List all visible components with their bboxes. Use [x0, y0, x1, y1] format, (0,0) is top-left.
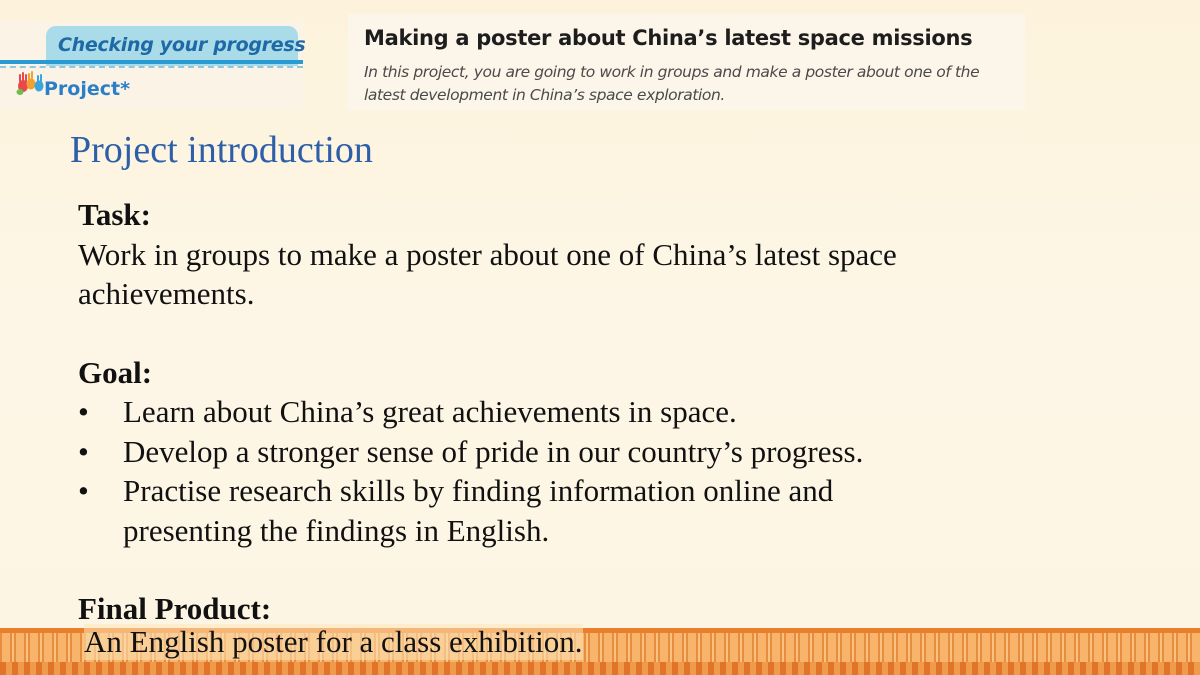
header-description: In this project, you are going to work i…	[364, 63, 980, 104]
goal-item-text: Develop a stronger sense of pride in our…	[123, 433, 864, 469]
project-badge: Checking your progress Project*	[0, 22, 306, 110]
goal-item-text-continued: presenting the findings in English.	[123, 512, 550, 548]
tab-dashed-divider	[0, 66, 303, 68]
bullet-icon: •	[78, 433, 89, 469]
header-title: Making a poster about China’s latest spa…	[364, 26, 973, 50]
goal-item: • Learn about China’s great achievements…	[78, 392, 1078, 432]
project-header: Making a poster about China’s latest spa…	[348, 14, 1025, 110]
slide: Checking your progress Project* Making a…	[0, 0, 1200, 675]
tab-divider	[0, 60, 303, 64]
goal-item: • Develop a stronger sense of pride in o…	[78, 432, 1078, 472]
progress-label: Checking your progress	[58, 34, 306, 56]
final-product-label: Final Product:	[78, 591, 272, 626]
intro-heading: Project introduction	[70, 129, 373, 171]
hands-icon	[16, 71, 44, 95]
goal-item-text: Practise research skills by finding info…	[123, 473, 834, 508]
goal-label: Goal:	[78, 354, 153, 390]
task-text-line1: Work in groups to make a poster about on…	[78, 236, 897, 272]
bullet-icon: •	[78, 394, 89, 429]
bullet-icon: •	[78, 473, 89, 508]
decorative-border-bottom	[0, 662, 1200, 675]
final-product-text: An English poster for a class exhibition…	[84, 624, 583, 660]
goal-item: • Practise research skills by finding in…	[78, 471, 1078, 550]
task-label: Task:	[78, 197, 151, 232]
project-label: Project*	[44, 78, 131, 100]
content-body: Task: Work in groups to make a poster ab…	[78, 195, 1078, 629]
goal-item-text: Learn about China’s great achievements i…	[123, 394, 737, 429]
task-text-line2: achievements.	[78, 276, 255, 311]
